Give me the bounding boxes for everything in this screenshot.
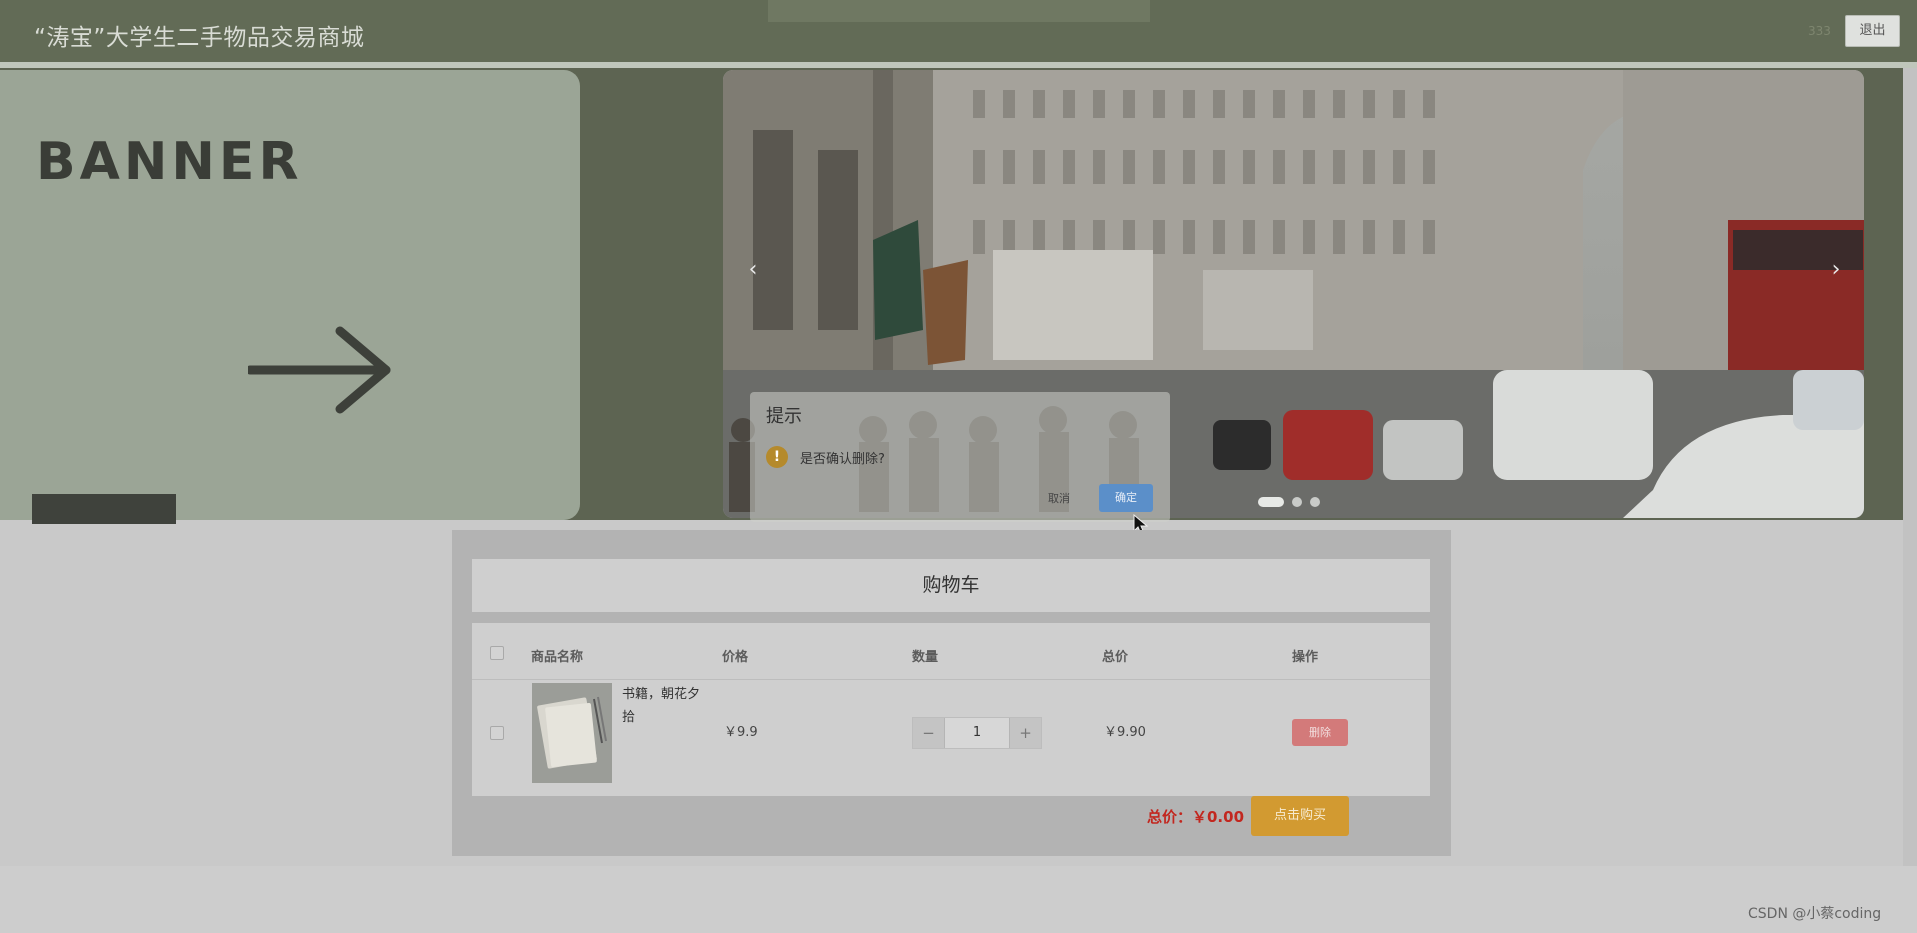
select-all-checkbox[interactable] bbox=[490, 646, 504, 660]
banner-title: BANNER bbox=[36, 132, 303, 192]
delete-button[interactable]: 删除 bbox=[1292, 719, 1348, 746]
product-image[interactable] bbox=[532, 683, 612, 783]
watermark: CSDN @小蔡coding bbox=[1748, 906, 1882, 922]
page-footer bbox=[0, 866, 1917, 933]
banner-card[interactable]: BANNER bbox=[0, 70, 580, 524]
carousel-prev-icon[interactable]: ‹ bbox=[743, 259, 763, 281]
cart-total: 总价：￥0.00 bbox=[1147, 808, 1245, 826]
scrollbar[interactable] bbox=[1903, 68, 1917, 866]
row-checkbox[interactable] bbox=[490, 726, 504, 740]
column-header-quantity: 数量 bbox=[912, 650, 939, 665]
product-subtotal: ￥9.90 bbox=[1104, 725, 1146, 740]
carousel-dot[interactable] bbox=[1310, 497, 1320, 507]
column-header-price: 价格 bbox=[722, 650, 749, 665]
carousel-next-icon[interactable]: › bbox=[1826, 259, 1846, 281]
carousel-indicators bbox=[1258, 497, 1320, 507]
ghost-search-bar bbox=[768, 0, 1150, 22]
user-name: 333 bbox=[1808, 24, 1831, 38]
dialog-message: 是否确认删除? bbox=[800, 452, 885, 467]
product-price: ￥9.9 bbox=[724, 725, 758, 740]
app-title: “涛宝”大学生二手物品交易商城 bbox=[34, 25, 365, 51]
logout-button[interactable]: 退出 bbox=[1845, 15, 1900, 47]
product-name: 书籍，朝花夕拾 bbox=[622, 687, 701, 725]
carousel-dot[interactable] bbox=[1292, 497, 1302, 507]
column-header-action: 操作 bbox=[1292, 650, 1319, 665]
arrow-right-icon bbox=[248, 326, 391, 414]
cart-table: 商品名称 价格 数量 总价 操作 书籍，朝花夕拾 ￥9.9 − 1 + ￥9.9… bbox=[472, 623, 1430, 796]
banner-block bbox=[32, 494, 176, 524]
decrease-button[interactable]: − bbox=[913, 718, 945, 748]
dialog-confirm-button[interactable]: 确定 bbox=[1099, 484, 1153, 512]
cart-panel: 购物车 商品名称 价格 数量 总价 操作 书籍，朝花夕拾 ￥9.9 − 1 + … bbox=[452, 530, 1451, 856]
column-header-name: 商品名称 bbox=[531, 650, 584, 665]
quantity-stepper: − 1 + bbox=[912, 717, 1042, 749]
confirm-dialog: 提示 ! 是否确认删除? 取消 确定 bbox=[750, 392, 1170, 522]
header-divider bbox=[472, 679, 1430, 680]
column-header-subtotal: 总价 bbox=[1102, 650, 1129, 665]
quantity-input[interactable]: 1 bbox=[945, 718, 1009, 748]
cart-title: 购物车 bbox=[472, 559, 1430, 612]
buy-button[interactable]: 点击购买 bbox=[1251, 796, 1349, 836]
carousel-dot[interactable] bbox=[1258, 497, 1284, 507]
dialog-title: 提示 bbox=[766, 406, 802, 427]
dialog-cancel-button[interactable]: 取消 bbox=[1048, 490, 1070, 506]
warning-icon: ! bbox=[766, 446, 788, 468]
increase-button[interactable]: + bbox=[1009, 718, 1041, 748]
top-header: “涛宝”大学生二手物品交易商城 333 退出 bbox=[0, 0, 1917, 62]
